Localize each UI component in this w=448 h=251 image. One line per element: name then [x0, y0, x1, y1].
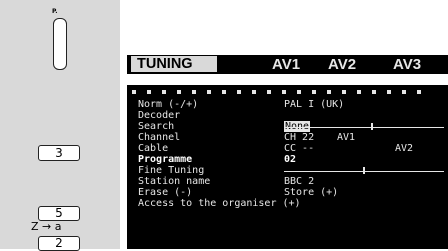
menu-label-cable[interactable]: Cable	[138, 143, 168, 154]
menu-label-access-organiser[interactable]: Access to the organiser (+)	[138, 198, 301, 209]
decoder-option-av2[interactable]: AV2	[395, 143, 413, 154]
decoder-option-av1[interactable]: AV1	[337, 132, 355, 143]
tab-av2[interactable]: AV2	[328, 56, 356, 73]
tab-tuning[interactable]: TUNING	[131, 56, 217, 72]
tuning-menu-panel: Norm (-/+) PAL I (UK) Decoder None AV1 A…	[127, 85, 448, 249]
menu-value-station-name: BBC 2	[284, 176, 315, 187]
menu-value-norm: PAL I (UK)	[284, 99, 345, 110]
tab-av1[interactable]: AV1	[272, 56, 300, 73]
remote-button-5[interactable]: 5	[38, 206, 80, 221]
menu-label-search[interactable]: Search	[138, 121, 174, 132]
search-slider-marker	[371, 123, 373, 130]
menu-label-erase[interactable]: Erase (-)	[138, 187, 192, 198]
decoder-options: None AV1 AV2	[284, 110, 444, 154]
tab-av3[interactable]: AV3	[393, 56, 421, 73]
menu-label-programme[interactable]: Programme	[138, 154, 192, 165]
tv-menu-header: TUNING AV1 AV2 AV3	[127, 55, 448, 74]
menu-label-norm[interactable]: Norm (-/+)	[138, 99, 198, 110]
search-slider-track[interactable]	[284, 127, 444, 128]
dotted-separator	[132, 90, 448, 94]
menu-label-decoder[interactable]: Decoder	[138, 110, 180, 121]
programme-label: P.	[52, 8, 58, 15]
menu-label-fine-tuning[interactable]: Fine Tuning	[138, 165, 204, 176]
remote-button-3[interactable]: 3	[38, 145, 80, 161]
menu-value-cable: CC --	[284, 143, 315, 154]
remote-control-panel: P. 3 5 Z → a 2	[0, 0, 120, 251]
menu-label-station-name[interactable]: Station name	[138, 176, 210, 187]
fine-tuning-slider-marker	[363, 167, 365, 174]
programme-rocker-button[interactable]	[53, 18, 67, 70]
menu-value-store[interactable]: Store (+)	[284, 187, 338, 198]
menu-value-channel: CH 22	[284, 132, 315, 143]
menu-value-programme: 02	[284, 154, 297, 165]
alpha-mode-label: Z → a	[31, 220, 62, 233]
menu-label-channel[interactable]: Channel	[138, 132, 180, 143]
